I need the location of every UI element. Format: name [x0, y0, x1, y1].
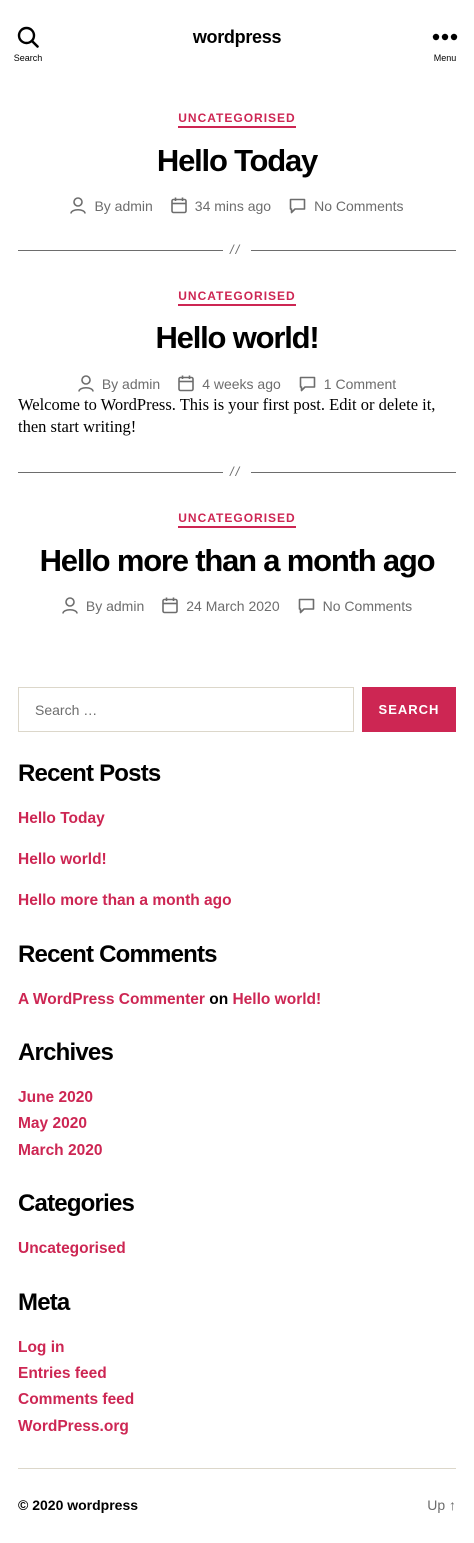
recent-post-link[interactable]: Hello Today: [18, 810, 105, 828]
post-category-link[interactable]: UNCATEGORISED: [178, 111, 296, 128]
meta-link-wordpress-org[interactable]: WordPress.org: [18, 1418, 129, 1436]
post-comments[interactable]: No Comments: [289, 197, 404, 214]
widget-title-meta: Meta: [18, 1289, 70, 1316]
recent-post-link[interactable]: Hello more than a month ago: [18, 892, 232, 910]
post-excerpt: Welcome to WordPress. This is your first…: [18, 395, 436, 436]
meta-link-comments-feed[interactable]: Comments feed: [18, 1391, 134, 1409]
comment-icon: [289, 198, 306, 213]
post-author[interactable]: By admin: [62, 597, 144, 614]
post-date-label: 4 weeks ago: [202, 375, 281, 392]
search-toggle-label: Search: [13, 53, 43, 63]
post-category: UNCATEGORISED: [0, 509, 474, 528]
widget-title-categories: Categories: [18, 1190, 135, 1217]
post-date-label: 24 March 2020: [186, 597, 280, 614]
search-button[interactable]: SEARCH: [362, 687, 456, 732]
post-title[interactable]: Hello more than a month ago: [0, 543, 474, 579]
back-to-top-link[interactable]: Up ↑: [427, 1497, 456, 1513]
post-date[interactable]: 34 mins ago: [170, 197, 272, 214]
comment-icon: [298, 598, 314, 613]
archive-link-march-2020[interactable]: March 2020: [18, 1142, 102, 1160]
separator-glyph: //: [230, 464, 242, 479]
widget-title-archives: Archives: [18, 1039, 114, 1066]
post-category: UNCATEGORISED: [0, 109, 474, 128]
comment-on-text: on: [209, 991, 229, 1008]
site-title[interactable]: wordpress: [0, 27, 474, 48]
post-title[interactable]: Hello world!: [0, 320, 474, 356]
search-input[interactable]: [18, 687, 354, 732]
recent-comment-item: A WordPress Commenter on Hello world!: [18, 991, 321, 1009]
archive-link-may-2020[interactable]: May 2020: [18, 1115, 87, 1133]
separator-glyph: //: [230, 242, 242, 257]
post-separator: //: [18, 464, 456, 479]
post-meta: By admin 4 weeks ago 1 Comment: [0, 375, 474, 392]
post-author[interactable]: By admin: [70, 197, 153, 214]
post-comments-label: No Comments: [314, 197, 404, 214]
widget-title-recent-comments: Recent Comments: [18, 941, 218, 968]
meta-link-entries-feed[interactable]: Entries feed: [18, 1365, 107, 1383]
post-separator: //: [18, 242, 456, 257]
post-meta: By admin 34 mins ago No Comments: [0, 197, 474, 214]
post-category: UNCATEGORISED: [0, 287, 474, 306]
comment-post-link[interactable]: Hello world!: [232, 991, 321, 1008]
user-icon: [62, 597, 78, 614]
post-comments-label: No Comments: [322, 597, 413, 614]
calendar-icon: [170, 197, 187, 214]
post-meta: By admin 24 March 2020 No Comments: [0, 597, 474, 614]
footer-copyright: © 2020 wordpress: [18, 1497, 139, 1513]
comment-icon: [299, 376, 316, 391]
post-author-label: By admin: [101, 375, 161, 392]
post-date-label: 34 mins ago: [194, 197, 272, 214]
post-date[interactable]: 4 weeks ago: [178, 375, 281, 392]
calendar-icon: [178, 375, 194, 392]
meta-link-log-in[interactable]: Log in: [18, 1339, 65, 1357]
post-date[interactable]: 24 March 2020: [162, 597, 280, 614]
post-category-link[interactable]: UNCATEGORISED: [178, 511, 296, 528]
comment-author-link[interactable]: A WordPress Commenter: [18, 991, 205, 1008]
post-comments-label: 1 Comment: [323, 375, 397, 392]
ellipsis-icon: [432, 33, 458, 41]
calendar-icon: [162, 597, 179, 614]
post-author-label: By admin: [94, 197, 153, 214]
post-title[interactable]: Hello Today: [0, 143, 474, 179]
widget-title-recent-posts: Recent Posts: [18, 760, 161, 787]
menu-toggle-label: Menu: [433, 53, 457, 63]
menu-toggle-button[interactable]: Menu: [415, 26, 474, 63]
post-author-label: By admin: [85, 597, 145, 614]
post-category-link[interactable]: UNCATEGORISED: [178, 289, 296, 306]
post-comments[interactable]: 1 Comment: [299, 376, 396, 392]
archive-link-june-2020[interactable]: June 2020: [18, 1089, 93, 1107]
user-icon: [78, 375, 94, 392]
category-link-uncategorised[interactable]: Uncategorised: [18, 1240, 126, 1258]
recent-post-link[interactable]: Hello world!: [18, 851, 107, 869]
post-author[interactable]: By admin: [78, 375, 160, 392]
post-comments[interactable]: No Comments: [298, 598, 412, 614]
user-icon: [70, 197, 87, 214]
footer-divider: [18, 1468, 456, 1469]
